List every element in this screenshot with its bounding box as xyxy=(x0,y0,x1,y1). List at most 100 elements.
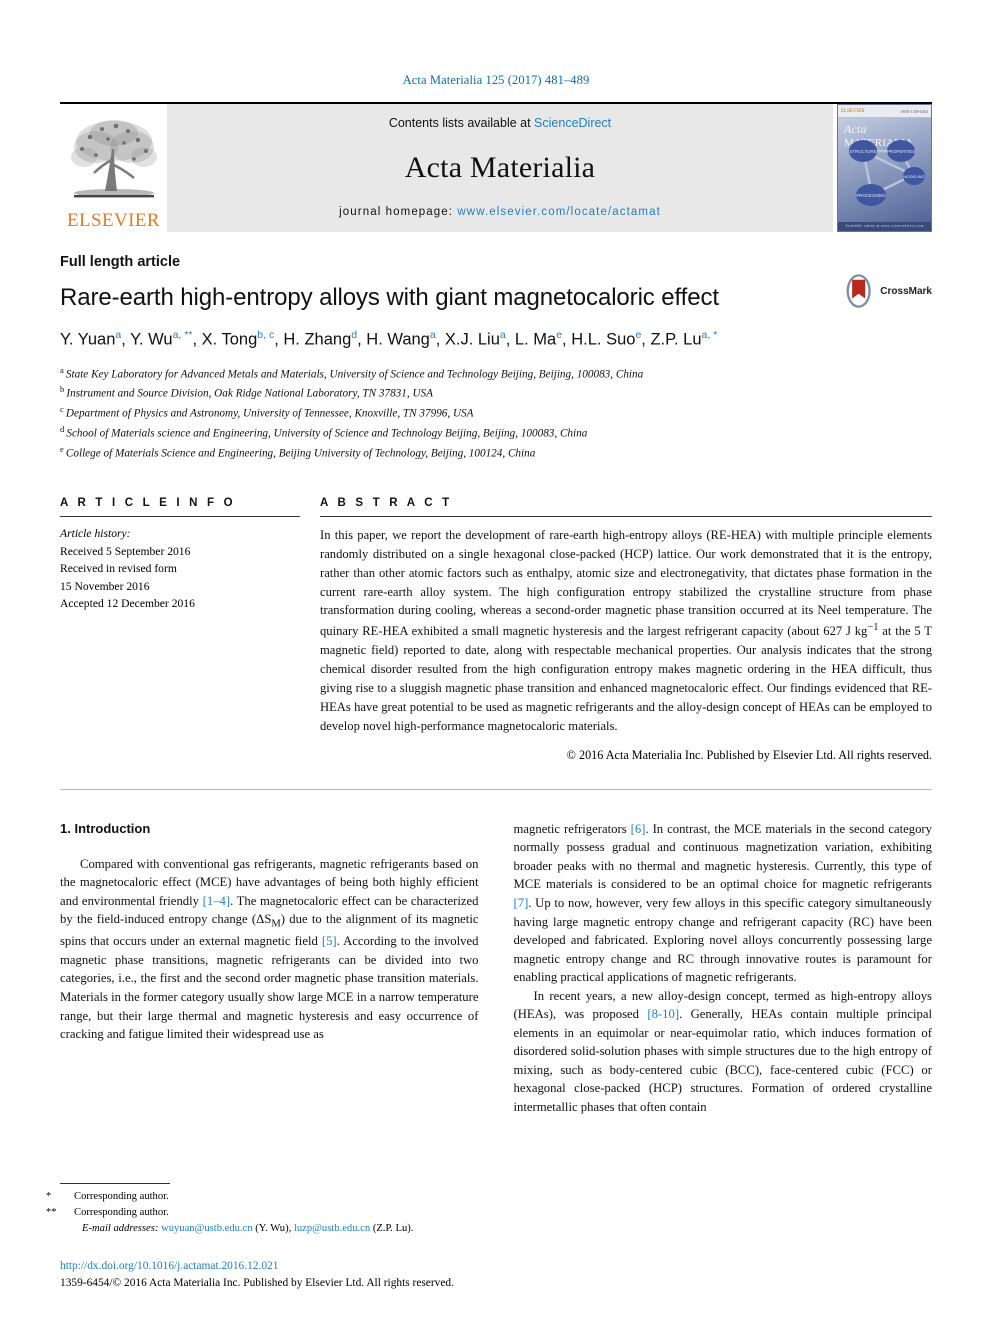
abstract-copyright: © 2016 Acta Materialia Inc. Published by… xyxy=(566,747,932,762)
author-name: Y. Wu xyxy=(130,330,173,349)
citation-link[interactable]: [8-10] xyxy=(647,1007,679,1021)
abstract-superscript: −1 xyxy=(867,622,879,634)
journal-cover-thumbnail: ELSEVIER ISSN 1359-6454 Acta MATERIALIA … xyxy=(837,104,932,232)
email-owner-1: (Y. Wu) xyxy=(255,1222,289,1234)
section-heading-introduction: 1. Introduction xyxy=(60,820,151,836)
affiliation-row: d School of Materials science and Engine… xyxy=(60,423,932,443)
citation-link[interactable]: [5] xyxy=(322,934,337,948)
author-affiliation-marker: e xyxy=(635,328,642,341)
sciencedirect-link[interactable]: ScienceDirect xyxy=(534,116,611,130)
author-affiliation-marker: e xyxy=(556,328,563,341)
journal-homepage-line: journal homepage: www.elsevier.com/locat… xyxy=(339,206,661,218)
intro-left-d: . According to the involved magnetic pha… xyxy=(60,934,479,1042)
cover-top-strip: ELSEVIER ISSN 1359-6454 xyxy=(838,105,931,118)
article-history: Article history: Received 5 September 20… xyxy=(60,517,300,613)
intro-paragraph-right-1: magnetic refrigerators [6]. In contrast,… xyxy=(514,820,933,987)
cover-issn: ISSN 1359-6454 xyxy=(900,108,928,114)
cover-publisher-mark: ELSEVIER xyxy=(841,108,865,114)
affiliation-row: a State Key Laboratory for Advanced Meta… xyxy=(60,364,932,384)
author-name: L. Ma xyxy=(514,330,557,349)
abstract-part-2: at the 5 T magnetic field) reported to d… xyxy=(320,624,932,733)
email-owner-2: (Z.P. Lu) xyxy=(372,1222,411,1234)
email-link-2[interactable]: luzp@ustb.edu.cn xyxy=(294,1223,370,1234)
affiliation-list: a State Key Laboratory for Advanced Meta… xyxy=(60,364,932,463)
author-name: X.J. Liu xyxy=(444,330,500,349)
author-name: Z.P. Lu xyxy=(650,330,702,349)
article-info-label: A R T I C L E I N F O xyxy=(60,496,236,509)
author-affiliation-marker: a, ** xyxy=(172,328,193,341)
affiliation-text: State Key Laboratory for Advanced Metals… xyxy=(65,368,644,381)
svg-text:PROPERTIES: PROPERTIES xyxy=(887,149,915,154)
journal-masthead: ELSEVIER Contents lists available at Sci… xyxy=(60,102,932,232)
crossmark-badge[interactable]: CrossMark xyxy=(840,268,932,314)
page-title: Rare-earth high-entropy alloys with gian… xyxy=(60,284,719,311)
citation-link[interactable]: [6] xyxy=(631,822,646,836)
journal-title: Acta Materialia xyxy=(404,151,596,184)
homepage-url-link[interactable]: www.elsevier.com/locate/actamat xyxy=(457,206,660,218)
contents-prefix: Contents lists available at xyxy=(388,116,535,130)
running-head: Acta Materialia 125 (2017) 481–489 xyxy=(402,73,590,87)
body-column-right: magnetic refrigerators [6]. In contrast,… xyxy=(514,820,933,1117)
crossmark-label: CrossMark xyxy=(880,285,932,297)
footnote-corresponding-1: * Corresponding author. xyxy=(46,1189,480,1205)
footnote-corresponding-2: ** Corresponding author. xyxy=(46,1205,480,1221)
crossmark-icon xyxy=(846,274,871,308)
email-link-1[interactable]: wuyuan@ustb.edu.cn xyxy=(161,1223,253,1234)
intro-paragraph-right-2: In recent years, a new alloy-design conc… xyxy=(514,987,933,1117)
intro-paragraph-left: Compared with conventional gas refrigera… xyxy=(60,855,479,1044)
footnote-marker-double: ** xyxy=(46,1206,57,1218)
affiliation-text: College of Materials Science and Enginee… xyxy=(65,447,536,460)
article-history-title: Article history: xyxy=(60,526,131,540)
article-info-column: A R T I C L E I N F O Article history: R… xyxy=(60,497,300,763)
journal-band: Contents lists available at ScienceDirec… xyxy=(167,104,833,232)
elsevier-wordmark: ELSEVIER xyxy=(67,210,160,231)
intro-right-c: . Up to now, however, very few alloys in… xyxy=(513,896,933,985)
author-name: H. Wang xyxy=(366,330,430,349)
svg-text:STRUCTURE: STRUCTURE xyxy=(849,149,876,154)
author-name: H. Zhang xyxy=(283,330,352,349)
abstract-column: A B S T R A C T In this paper, we report… xyxy=(320,497,932,763)
citation-link[interactable]: [1–4] xyxy=(203,894,230,908)
author-name: X. Tong xyxy=(201,330,258,349)
author-affiliation-marker: a xyxy=(429,328,436,341)
author-name: Y. Yuan xyxy=(60,330,116,349)
homepage-prefix: journal homepage: xyxy=(339,206,458,218)
cover-footer-text: Available online at www.sciencedirect.co… xyxy=(838,222,931,231)
email-label: E-mail addresses: xyxy=(82,1222,159,1234)
elsevier-logo: ELSEVIER xyxy=(60,104,167,232)
cover-network-graphic: STRUCTURE PROPERTIES MODELING PROCESSING xyxy=(849,140,925,206)
contents-available-line: Contents lists available at ScienceDirec… xyxy=(389,116,611,130)
svg-text:PROCESSING: PROCESSING xyxy=(856,193,886,198)
affiliation-text: Department of Physics and Astronomy, Uni… xyxy=(65,408,474,420)
author-affiliation-marker: a xyxy=(499,328,506,341)
author-affiliation-marker: a xyxy=(115,328,122,341)
info-abstract-row: A R T I C L E I N F O Article history: R… xyxy=(60,463,932,763)
article-type-label: Full length article xyxy=(60,254,181,270)
intro-subscript-m: M xyxy=(271,918,281,930)
intro-right-e: . Generally, HEAs contain multiple princ… xyxy=(513,1007,933,1114)
history-line: Received 5 September 2016 xyxy=(60,544,191,558)
abstract-label: A B S T R A C T xyxy=(320,496,453,509)
history-line: Accepted 12 December 2016 xyxy=(60,597,195,611)
footnote-marker-single: * xyxy=(46,1191,52,1202)
footnote-text-1: Corresponding author. xyxy=(74,1191,169,1202)
article-header: Full length article Rare-earth high-entr… xyxy=(60,232,932,463)
history-line: 15 November 2016 xyxy=(60,579,150,593)
cover-title-italic: Acta xyxy=(844,122,867,136)
affiliation-row: b Instrument and Source Division, Oak Ri… xyxy=(60,383,932,403)
body-columns: 1. Introduction Compared with convention… xyxy=(60,790,932,1117)
footer-doi-block: http://dx.doi.org/10.1016/j.actamat.2016… xyxy=(60,1258,454,1291)
author-affiliation-marker: a, * xyxy=(701,328,718,341)
affiliation-row: c Department of Physics and Astronomy, U… xyxy=(60,403,932,423)
citation-link[interactable]: [7] xyxy=(514,896,529,910)
svg-text:MODELING: MODELING xyxy=(903,174,924,179)
paper-page: Acta Materialia 125 (2017) 481–489 ELSEV… xyxy=(0,0,992,1323)
footnote-text-2: Corresponding author. xyxy=(74,1206,169,1218)
author-list: Y. Yuana, Y. Wua, **, X. Tongb, c, H. Zh… xyxy=(60,328,718,349)
doi-link[interactable]: http://dx.doi.org/10.1016/j.actamat.2016… xyxy=(60,1258,454,1275)
footnote-emails: E-mail addresses: wuyuan@ustb.edu.cn (Y.… xyxy=(82,1222,414,1234)
footnote-rule xyxy=(60,1183,170,1184)
issn-copyright-line: 1359-6454/© 2016 Acta Materialia Inc. Pu… xyxy=(60,1276,454,1289)
abstract-part-1: In this paper, we report the development… xyxy=(320,527,932,639)
author-affiliation-marker: d xyxy=(351,328,358,341)
